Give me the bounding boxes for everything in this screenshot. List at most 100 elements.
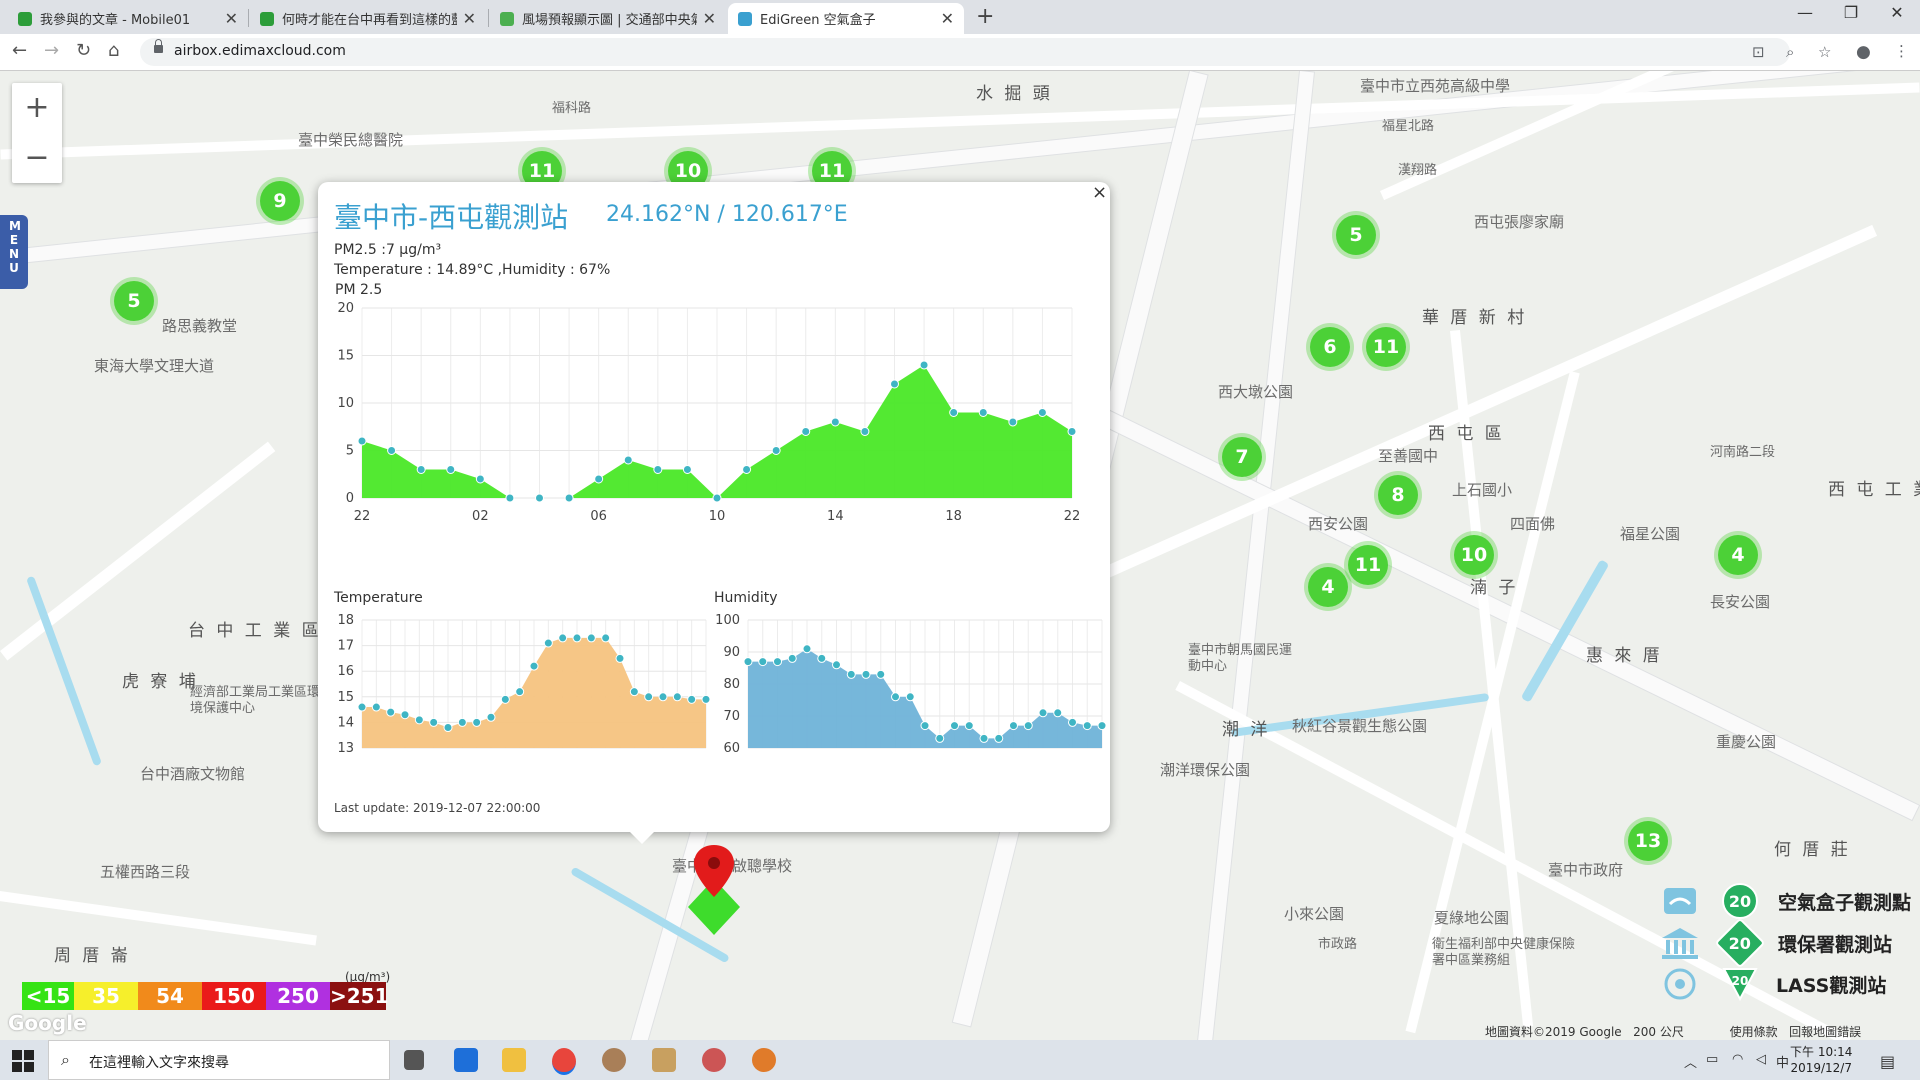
close-tab-icon[interactable]: ✕ <box>941 9 954 28</box>
close-tab-icon[interactable]: ✕ <box>225 9 238 28</box>
x-tick-label: 22 <box>1064 509 1081 524</box>
sensor-cluster[interactable]: 4 <box>1718 535 1758 575</box>
close-popup-button[interactable]: × <box>1092 182 1107 203</box>
chrome-icon[interactable] <box>552 1048 576 1075</box>
restore-window-icon[interactable]: ❐ <box>1828 3 1874 22</box>
chrome-menu-icon[interactable]: ⋮ <box>1894 42 1909 60</box>
battery-icon[interactable]: ▭ <box>1706 1052 1718 1067</box>
forward-arrow-icon[interactable]: → <box>44 40 59 61</box>
airbox-icon <box>1664 888 1696 914</box>
data-point <box>572 633 582 643</box>
epa-station-icon <box>1662 928 1698 959</box>
task-view-icon[interactable] <box>404 1050 424 1070</box>
data-point <box>387 446 397 455</box>
data-point <box>1008 417 1018 427</box>
sensor-cluster[interactable]: 11 <box>1366 327 1406 367</box>
map-label: 虎 寮 埔 <box>122 672 199 692</box>
windows-taskbar: ⌕ 在這裡輸入文字來搜尋 ︿ ▭ ◠ ◁ 中 下午 10:14 2019/12/… <box>0 1040 1920 1080</box>
app-icon[interactable] <box>702 1048 726 1072</box>
map-label: 臺中榮民總醫院 <box>298 131 404 149</box>
url-text[interactable]: airbox.edimaxcloud.com <box>174 43 346 59</box>
menu-tab[interactable]: M E N U <box>0 215 28 289</box>
aqi-scale-cell: 150 <box>202 982 266 1010</box>
close-tab-icon[interactable]: ✕ <box>703 9 716 28</box>
data-point <box>1009 721 1018 731</box>
reload-icon[interactable]: ↻ <box>76 40 91 61</box>
notification-icon[interactable]: ▤ <box>1880 1052 1895 1071</box>
profile-icon[interactable]: ● <box>1856 42 1871 62</box>
data-point <box>564 493 574 503</box>
data-point <box>400 710 410 720</box>
new-tab-button[interactable]: + <box>976 4 994 29</box>
taskbar-search-box[interactable]: ⌕ 在這裡輸入文字來搜尋 <box>48 1040 390 1080</box>
home-icon[interactable]: ⌂ <box>108 40 119 61</box>
bookmark-star-icon[interactable]: ☆ <box>1818 43 1831 61</box>
zoom-icon[interactable]: ⌕ <box>1786 43 1794 61</box>
sensor-cluster[interactable]: 9 <box>260 181 300 221</box>
data-point <box>416 465 426 474</box>
sensor-cluster[interactable]: 5 <box>114 281 154 321</box>
edge-icon[interactable] <box>454 1048 478 1072</box>
translate-icon[interactable]: ⊡ <box>1752 43 1765 61</box>
close-window-icon[interactable]: ✕ <box>1874 3 1920 22</box>
legend-epa[interactable]: 20 環保署觀測站 <box>1660 917 1892 969</box>
back-arrow-icon[interactable]: ← <box>12 40 27 61</box>
map-label: 周 厝 崙 <box>54 946 131 966</box>
sensor-cluster[interactable]: 5 <box>1336 215 1376 255</box>
y-tick-label: 100 <box>715 613 740 628</box>
ime-indicator[interactable]: 中 <box>1776 1052 1789 1071</box>
data-point <box>446 465 456 474</box>
zoom-out-button[interactable]: − <box>12 133 62 183</box>
minimize-window-icon[interactable]: — <box>1782 3 1828 22</box>
sensor-cluster[interactable]: 6 <box>1310 327 1350 367</box>
url-omnibox[interactable]: airbox.edimaxcloud.com ⊡ <box>140 38 1790 66</box>
map-label: 小來公園 <box>1284 905 1345 923</box>
browser-tab-4-active[interactable]: EdiGreen 空氣盒子 ✕ <box>728 3 964 34</box>
selected-station-marker[interactable] <box>682 841 746 941</box>
sensor-cluster[interactable]: 13 <box>1628 821 1668 861</box>
tray-chevron-icon[interactable]: ︿ <box>1684 1052 1697 1071</box>
legend-airbox[interactable]: 20 空氣盒子觀測點 <box>1660 883 1911 919</box>
data-point <box>601 633 611 643</box>
data-point <box>558 633 568 643</box>
map-label: 西 屯 區 <box>1428 424 1505 444</box>
y-tick-label: 90 <box>723 645 740 660</box>
lock-icon <box>154 39 163 53</box>
terms-link[interactable]: 使用條款 <box>1730 1025 1778 1039</box>
data-point <box>701 694 711 704</box>
legend-lass[interactable]: 20 LASS觀測站 <box>1660 967 1886 1001</box>
data-point <box>371 702 381 712</box>
sensor-cluster[interactable]: 10 <box>1454 535 1494 575</box>
sensor-cluster[interactable]: 4 <box>1308 567 1348 607</box>
data-point <box>905 692 915 702</box>
sensor-cluster[interactable]: 7 <box>1222 437 1262 477</box>
windows-start-icon[interactable] <box>12 1050 34 1072</box>
close-tab-icon[interactable]: ✕ <box>463 9 476 28</box>
browser-tab-3[interactable]: 風場預報顯示圖 | 交通部中央氣象局 ✕ <box>490 3 726 34</box>
aqi-scale-cell: >251 <box>330 982 389 1010</box>
sensor-cluster[interactable]: 8 <box>1378 475 1418 515</box>
app-icon[interactable] <box>652 1048 676 1072</box>
report-error-link[interactable]: 回報地圖錯誤 <box>1789 1025 1861 1039</box>
taskbar-clock[interactable]: 下午 10:14 2019/12/7 <box>1790 1044 1852 1076</box>
tab-strip: 我參與的文章 - Mobile01 ✕ 何時才能在台中再看到這樣的藍天 ✕ 風場… <box>0 0 1920 34</box>
map-canvas[interactable]: 水 掘 頭 臺中市立西苑高級中學 福星北路 漢翔路 福科路 臺中榮民總醫院 路思… <box>0 71 1920 1040</box>
wifi-icon[interactable]: ◠ <box>1732 1052 1743 1067</box>
data-point <box>787 653 797 663</box>
data-point <box>876 669 886 679</box>
browser-tab-2[interactable]: 何時才能在台中再看到這樣的藍天 ✕ <box>250 3 486 34</box>
y-tick-label: 0 <box>346 491 354 506</box>
sensor-cluster[interactable]: 11 <box>1348 545 1388 585</box>
data-point <box>1097 721 1107 731</box>
svg-text:20: 20 <box>1732 974 1749 988</box>
data-point <box>742 465 752 474</box>
app-icon[interactable] <box>602 1048 626 1072</box>
volume-icon[interactable]: ◁ <box>1756 1052 1766 1067</box>
mobile01-favicon-icon <box>260 11 274 26</box>
zoom-in-button[interactable]: + <box>12 83 62 133</box>
browser-tab-1[interactable]: 我參與的文章 - Mobile01 ✕ <box>8 3 248 34</box>
station-popup: 臺中市-西屯觀測站 24.162°N / 120.617°E × PM2.5 :… <box>318 182 1110 844</box>
data-point <box>830 417 840 427</box>
file-explorer-icon[interactable] <box>502 1048 526 1072</box>
blender-icon[interactable] <box>752 1048 776 1072</box>
